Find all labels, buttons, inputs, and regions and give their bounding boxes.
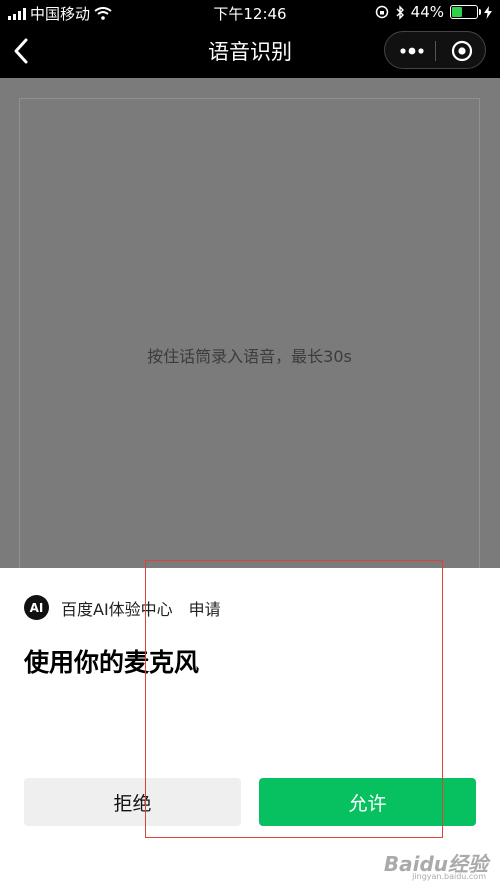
content-overlay: 按住话筒录入语音，最长30s bbox=[0, 78, 500, 578]
watermark-url: jingyan.baidu.com bbox=[412, 872, 486, 881]
battery-percent: 44% bbox=[410, 3, 444, 21]
capsule-divider bbox=[435, 41, 436, 61]
bluetooth-icon bbox=[396, 4, 404, 20]
status-right: 44% bbox=[375, 3, 492, 21]
nav-bar: 语音识别 bbox=[0, 24, 500, 78]
charging-icon bbox=[484, 5, 492, 19]
battery-fill bbox=[452, 7, 462, 17]
more-icon[interactable] bbox=[399, 45, 425, 57]
annotation-highlight-box bbox=[145, 560, 443, 838]
orientation-lock-icon bbox=[375, 5, 388, 19]
status-bar: 中国移动 下午12:46 44% bbox=[0, 0, 500, 24]
app-logo: AI bbox=[24, 595, 49, 620]
record-hint: 按住话筒录入语音，最长30s bbox=[147, 347, 352, 366]
voice-record-area[interactable]: 按住话筒录入语音，最长30s bbox=[19, 98, 480, 578]
close-miniprogram-icon[interactable] bbox=[450, 39, 474, 63]
battery-icon bbox=[450, 5, 481, 19]
miniprogram-capsule bbox=[384, 31, 486, 69]
